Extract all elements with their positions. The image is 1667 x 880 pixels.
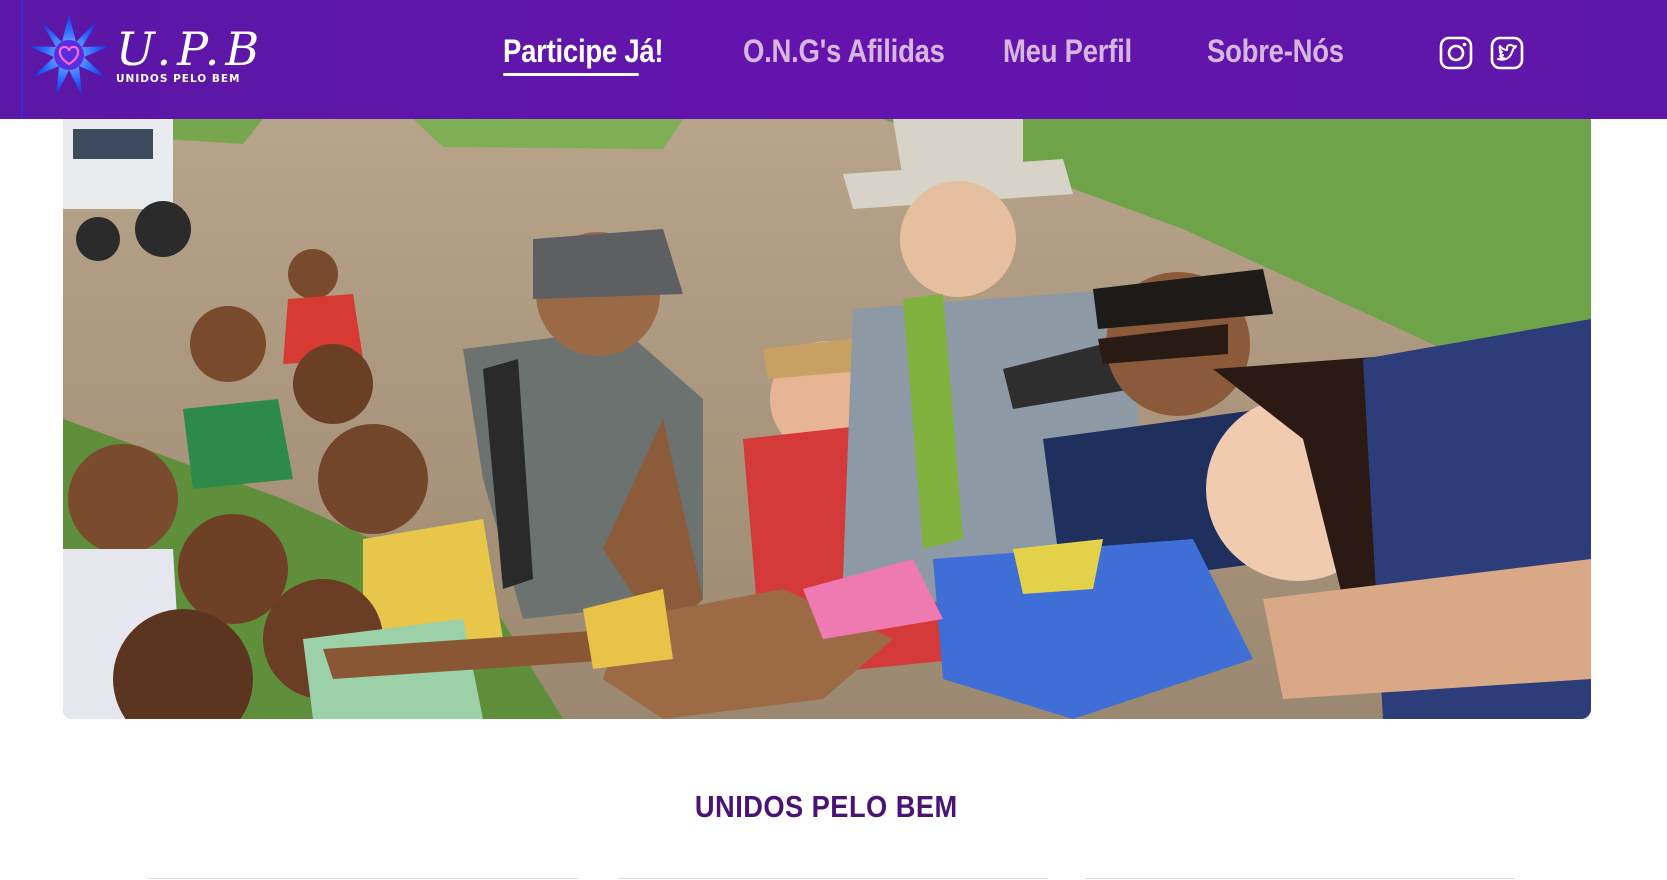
starburst-heart-logo-icon xyxy=(28,14,110,96)
section-divider xyxy=(1085,878,1515,879)
instagram-link[interactable] xyxy=(1439,36,1473,70)
nav-meu-perfil[interactable]: Meu Perfil xyxy=(1003,33,1132,70)
twitter-link[interactable] xyxy=(1490,36,1524,70)
page-headline: UNIDOS PELO BEM xyxy=(695,788,958,824)
site-header: U.P.B UNIDOS PELO BEM Participe Já! O.N.… xyxy=(0,0,1667,119)
brand-title: U.P.B xyxy=(116,21,266,76)
brand-logo-link[interactable]: U.P.B UNIDOS PELO BEM xyxy=(26,10,259,100)
hero-image xyxy=(63,119,1591,719)
nav-sobre-nos[interactable]: Sobre-Nós xyxy=(1207,33,1344,70)
section-divider xyxy=(148,878,578,879)
active-nav-underline xyxy=(503,73,639,76)
nav-ongs-afiliadas[interactable]: O.N.G's Afilidas xyxy=(743,33,945,70)
hero-photo-volunteers-and-children xyxy=(63,119,1591,719)
section-divider xyxy=(618,878,1048,879)
instagram-icon xyxy=(1439,36,1473,70)
nav-participe-ja[interactable]: Participe Já! xyxy=(503,33,664,70)
twitter-icon xyxy=(1490,36,1524,70)
header-accent-line xyxy=(21,0,23,119)
